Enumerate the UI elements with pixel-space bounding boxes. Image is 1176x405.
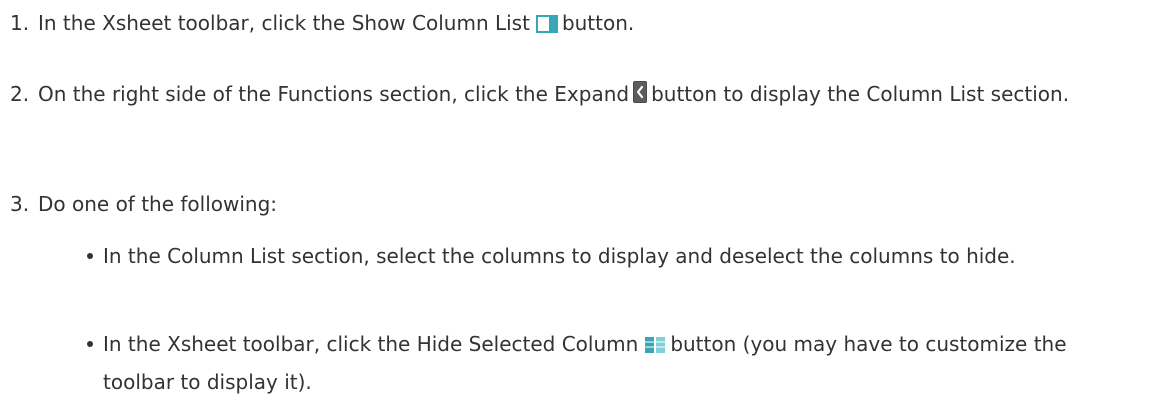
step-text-after: button. [561,11,635,35]
step-text: In the Xsheet toolbar, click the Show Co… [38,4,1170,42]
step-text-after: button to display the Column List sectio… [651,82,1070,106]
bullet-dot [87,253,93,259]
step-number: 3. [10,192,30,216]
step-2: 2. On the right side of the Functions se… [0,75,1170,113]
step-1: 1. In the Xsheet toolbar, click the Show… [0,4,1170,42]
show-column-list-icon [535,15,558,33]
bullet-text-before: In the Xsheet toolbar, click the Hide Se… [103,332,639,356]
bullet-text: In the Xsheet toolbar, click the Hide Se… [103,325,1103,401]
hide-selected-column-icon [644,336,666,354]
step-number: 2. [10,82,30,106]
list-item: In the Xsheet toolbar, click the Hide Se… [0,325,1170,401]
step-text: On the right side of the Functions secti… [38,75,1170,113]
step-number: 1. [10,11,30,35]
list-item: In the Column List section, select the c… [0,237,1170,275]
expand-icon [633,81,648,103]
step-3: 3. Do one of the following: [0,185,1170,223]
bullet-dot [87,341,93,347]
step-text-before: On the right side of the Functions secti… [38,82,630,106]
bullet-text: In the Column List section, select the c… [103,244,1016,268]
step-text-before: In the Xsheet toolbar, click the Show Co… [38,11,530,35]
instructions-document: 1. In the Xsheet toolbar, click the Show… [0,0,1176,405]
step-text: Do one of the following: [38,192,278,216]
